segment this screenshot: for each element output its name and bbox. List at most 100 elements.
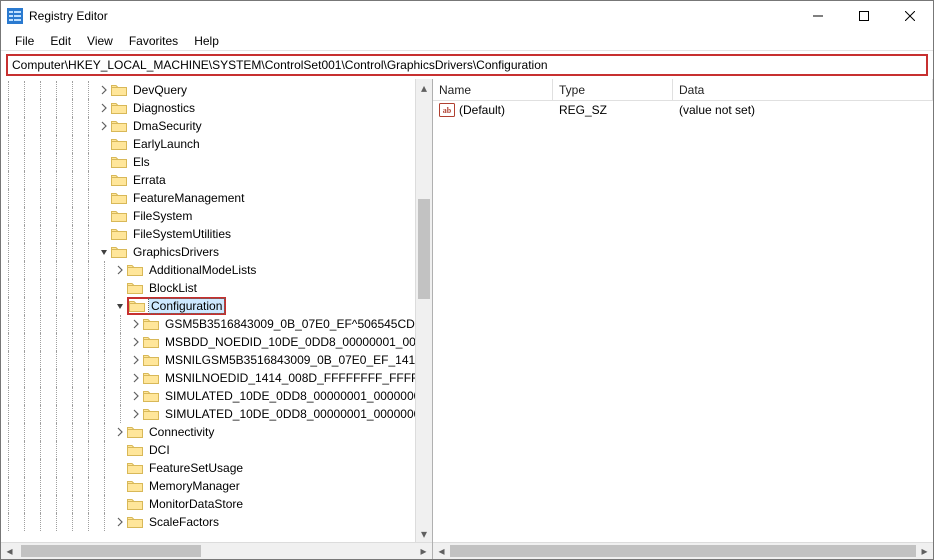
tree-node-label: MemoryManager <box>147 479 242 493</box>
tree-scroll[interactable]: DevQuery Diagnostics DmaSecurity EarlyLaunc… <box>1 79 432 542</box>
folder-icon <box>111 137 127 151</box>
col-type[interactable]: Type <box>553 79 673 100</box>
folder-icon <box>111 191 127 205</box>
values-horizontal-scrollbar[interactable]: ◂ ▸ <box>433 542 933 559</box>
tree-node-label: SIMULATED_10DE_0DD8_00000001_00000000_11… <box>163 389 432 403</box>
chevron-right-icon[interactable] <box>97 119 111 133</box>
tree-node[interactable]: GraphicsDrivers <box>1 243 432 261</box>
folder-icon <box>111 101 127 115</box>
menu-edit[interactable]: Edit <box>42 32 79 50</box>
chevron-right-icon[interactable] <box>129 371 143 385</box>
chevron-right-icon[interactable] <box>129 317 143 331</box>
menu-help[interactable]: Help <box>186 32 227 50</box>
scroll-thumb[interactable] <box>21 545 201 557</box>
tree-node-label: GSM5B3516843009_0B_07E0_EF^506545CD7EE52… <box>163 317 432 331</box>
tree-node[interactable]: FeatureSetUsage <box>1 459 432 477</box>
maximize-button[interactable] <box>841 1 887 31</box>
scroll-left-icon[interactable]: ◂ <box>1 543 18 559</box>
col-name[interactable]: Name <box>433 79 553 100</box>
scroll-thumb[interactable] <box>450 545 916 557</box>
tree-node[interactable]: FileSystemUtilities <box>1 225 432 243</box>
twisty-none <box>113 479 127 493</box>
menu-favorites[interactable]: Favorites <box>121 32 186 50</box>
tree-node-label: GraphicsDrivers <box>131 245 221 259</box>
col-data[interactable]: Data <box>673 79 933 100</box>
menu-file[interactable]: File <box>7 32 42 50</box>
values-list[interactable]: ab (Default) REG_SZ (value not set) <box>433 101 933 542</box>
address-input[interactable] <box>6 54 928 76</box>
folder-icon <box>127 425 143 439</box>
folder-icon <box>143 317 159 331</box>
scroll-up-icon[interactable]: ▴ <box>416 79 432 96</box>
tree-node[interactable]: AdditionalModeLists <box>1 261 432 279</box>
tree-node-label: FileSystemUtilities <box>131 227 233 241</box>
tree-node[interactable]: EarlyLaunch <box>1 135 432 153</box>
chevron-right-icon[interactable] <box>129 335 143 349</box>
folder-icon <box>111 173 127 187</box>
chevron-right-icon[interactable] <box>113 263 127 277</box>
values-pane: Name Type Data ab (Default) REG_SZ (valu… <box>433 79 933 559</box>
chevron-down-icon[interactable] <box>113 299 127 313</box>
tree-node[interactable]: FileSystem <box>1 207 432 225</box>
string-value-icon: ab <box>439 103 455 117</box>
scroll-right-icon[interactable]: ▸ <box>916 543 933 559</box>
tree-node-label: Configuration <box>149 299 224 313</box>
chevron-right-icon[interactable] <box>129 407 143 421</box>
tree-node[interactable]: MSNILNOEDID_1414_008D_FFFFFFFF_FFFFFFFF_… <box>1 369 432 387</box>
tree-node[interactable]: FeatureManagement <box>1 189 432 207</box>
twisty-none <box>97 137 111 151</box>
twisty-none <box>97 155 111 169</box>
chevron-right-icon[interactable] <box>129 353 143 367</box>
tree-node[interactable]: Errata <box>1 171 432 189</box>
tree-node-label: AdditionalModeLists <box>147 263 258 277</box>
scroll-left-icon[interactable]: ◂ <box>433 543 450 559</box>
tree-node-label: ScaleFactors <box>147 515 221 529</box>
tree-node[interactable]: MonitorDataStore <box>1 495 432 513</box>
minimize-button[interactable] <box>795 1 841 31</box>
tree-node[interactable]: Diagnostics <box>1 99 432 117</box>
tree-horizontal-scrollbar[interactable]: ◂ ▸ <box>1 542 432 559</box>
tree-node[interactable]: Els <box>1 153 432 171</box>
tree-node-label: Els <box>131 155 152 169</box>
tree-node-label: DmaSecurity <box>131 119 204 133</box>
value-row[interactable]: ab (Default) REG_SZ (value not set) <box>433 101 933 119</box>
value-type: REG_SZ <box>553 103 673 117</box>
tree: DevQuery Diagnostics DmaSecurity EarlyLaunc… <box>1 79 432 533</box>
scroll-down-icon[interactable]: ▾ <box>416 525 432 542</box>
chevron-right-icon[interactable] <box>97 101 111 115</box>
tree-node[interactable]: DCI <box>1 441 432 459</box>
scroll-right-icon[interactable]: ▸ <box>415 543 432 559</box>
close-button[interactable] <box>887 1 933 31</box>
tree-node[interactable]: MSBDD_NOEDID_10DE_0DD8_00000001_00000000 <box>1 333 432 351</box>
tree-vertical-scrollbar[interactable]: ▴ ▾ <box>415 79 432 542</box>
chevron-right-icon[interactable] <box>113 515 127 529</box>
chevron-right-icon[interactable] <box>113 425 127 439</box>
tree-node[interactable]: DevQuery <box>1 81 432 99</box>
scroll-thumb[interactable] <box>418 199 430 299</box>
chevron-right-icon[interactable] <box>97 83 111 97</box>
tree-node[interactable]: DmaSecurity <box>1 117 432 135</box>
tree-node[interactable]: MemoryManager <box>1 477 432 495</box>
value-name-cell: ab (Default) <box>433 103 553 117</box>
folder-icon <box>129 299 145 313</box>
tree-node-label: Diagnostics <box>131 101 197 115</box>
tree-node[interactable]: BlockList <box>1 279 432 297</box>
window-controls <box>795 1 933 31</box>
chevron-right-icon[interactable] <box>129 389 143 403</box>
app-icon <box>7 8 23 24</box>
twisty-none <box>113 497 127 511</box>
folder-icon <box>127 263 143 277</box>
tree-node[interactable]: GSM5B3516843009_0B_07E0_EF^506545CD7EE52… <box>1 315 432 333</box>
tree-node[interactable]: ScaleFactors <box>1 513 432 531</box>
menu-view[interactable]: View <box>79 32 121 50</box>
tree-node[interactable]: SIMULATED_10DE_0DD8_00000001_00000000_11… <box>1 387 432 405</box>
folder-icon <box>111 209 127 223</box>
tree-node[interactable]: SIMULATED_10DE_0DD8_00000001_00000000_13… <box>1 405 432 423</box>
tree-node[interactable]: Connectivity <box>1 423 432 441</box>
tree-node[interactable]: Configuration <box>1 297 432 315</box>
tree-pane: DevQuery Diagnostics DmaSecurity EarlyLaunc… <box>1 79 433 559</box>
chevron-down-icon[interactable] <box>97 245 111 259</box>
tree-node[interactable]: MSNILGSM5B3516843009_0B_07E0_EF_1414_008… <box>1 351 432 369</box>
tree-node-label: FeatureSetUsage <box>147 461 245 475</box>
twisty-none <box>97 191 111 205</box>
